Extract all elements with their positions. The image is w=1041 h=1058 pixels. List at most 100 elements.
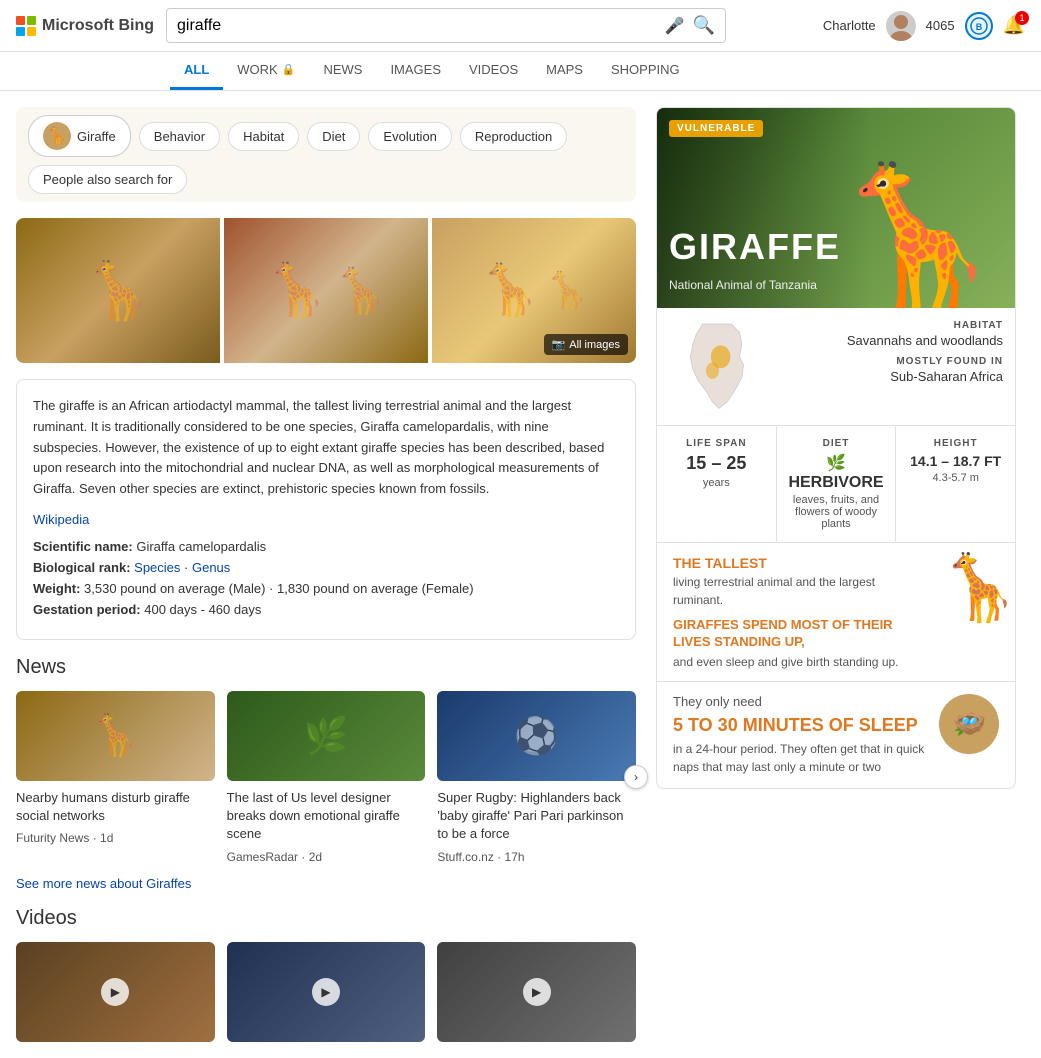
kc-tallest-text: THE TALLEST living terrestrial animal an… [673,555,927,669]
image-grid: 🦒 🦒 🦒 🦒 🦒 📷 All images [16,218,636,363]
video-thumb-3[interactable]: ▶ [437,942,636,1042]
news-image-1[interactable]: 🦒 [16,691,215,781]
weight-label: Weight: [33,581,80,596]
logo-sq-yellow [27,27,36,36]
video-thumb-1[interactable]: ▶ [16,942,215,1042]
right-column: 🦒 VULNERABLE GIRAFFE National Animal of … [656,107,1016,1042]
filter-behavior[interactable]: Behavior [139,122,220,151]
nav-item-images[interactable]: IMAGES [376,52,455,90]
vulnerable-badge: VULNERABLE [669,120,763,137]
giraffe-image-1[interactable]: 🦒 [16,218,220,363]
news-title-2: The last of Us level designer breaks dow… [227,789,426,844]
kc-giraffe-small: 🦒 [939,555,999,620]
user-score: 4065 [926,18,955,33]
bio-rank-separator: · [184,560,192,575]
kc-sleep-desc: in a 24-hour period. They often get that… [673,740,929,776]
camera-icon: 📷 [552,338,566,351]
bio-rank-species-link[interactable]: Species [134,560,180,575]
bio-rank-row: Biological rank: Species · Genus [33,560,619,575]
kc-stats: LIFE SPAN 15 – 25 years DIET 🌿 HERBIVORE… [657,426,1015,543]
news-card-3: ⚽ Super Rugby: Highlanders back 'baby gi… [437,691,636,864]
filter-people-also[interactable]: People also search for [28,165,187,194]
header: Microsoft Bing 🎤 🔍 Charlotte 4065 B 🔔 1 [0,0,1041,52]
videos-grid: ▶ ▶ ▶ [16,942,636,1042]
news-title: News [16,656,636,679]
info-box: The giraffe is an African artiodactyl ma… [16,379,636,640]
kc-title: GIRAFFE [669,226,841,268]
kc-tallest-section: THE TALLEST living terrestrial animal an… [657,543,1015,682]
svg-text:B: B [975,22,982,32]
scientific-name-row: Scientific name: Giraffa camelopardalis [33,539,619,554]
giraffe-thumb-icon: 🦒 [43,122,71,150]
gestation-row: Gestation period: 400 days - 460 days [33,602,619,617]
kc-subtitle: National Animal of Tanzania [669,278,817,292]
bio-rank-genus-link[interactable]: Genus [192,560,230,575]
nav-item-videos[interactable]: VIDEOS [455,52,532,90]
kc-sleep-row: They only need 5 TO 30 MINUTES OF SLEEP … [673,694,999,776]
scientific-name-value: Giraffa camelopardalis [136,539,266,554]
news-source-2: GamesRadar · 2d [227,850,426,864]
kc-habitat-info: HABITAT Savannahs and woodlands MOSTLY F… [847,320,1003,413]
videos-section: Videos ▶ ▶ ▶ [16,907,636,1042]
nav-item-news[interactable]: NEWS [309,52,376,90]
play-button-2[interactable]: ▶ [312,978,340,1006]
search-input[interactable] [177,17,657,35]
leaf-icon: 🌿 [785,453,888,473]
scientific-name-label: Scientific name: [33,539,133,554]
filter-habitat[interactable]: Habitat [228,122,299,151]
news-source-1: Futurity News · 1d [16,831,215,845]
see-more-news-link[interactable]: See more news about Giraffes [16,876,636,891]
search-bar: 🎤 🔍 [166,8,726,43]
filter-giraffe[interactable]: 🦒 Giraffe [28,115,131,157]
news-card-2: 🌿 The last of Us level designer breaks d… [227,691,426,864]
play-button-1[interactable]: ▶ [101,978,129,1006]
video-thumb-2[interactable]: ▶ [227,942,426,1042]
logo-sq-red [16,16,25,25]
news-grid: 🦒 Nearby humans disturb giraffe social n… [16,691,636,864]
logo-sq-green [27,16,36,25]
news-title-3: Super Rugby: Highlanders back 'baby gira… [437,789,636,844]
notif-badge: 1 [1015,11,1029,25]
kc-sleep-section: They only need 5 TO 30 MINUTES OF SLEEP … [657,682,1015,788]
rewards-icon[interactable]: B [965,12,993,40]
news-section: News 🦒 Nearby humans disturb giraffe soc… [16,656,636,891]
filter-evolution[interactable]: Evolution [368,122,451,151]
lock-icon: 🔒 [282,63,296,76]
news-card-1: 🦒 Nearby humans disturb giraffe social n… [16,691,215,864]
nav-item-shopping[interactable]: SHOPPING [597,52,694,90]
nest-image: 🪺 [939,694,999,754]
mic-icon[interactable]: 🎤 [665,16,685,36]
kc-sleep-intro: They only need [673,694,929,709]
avatar [886,11,916,41]
habitat-value: Savannahs and woodlands [847,333,1003,348]
wikipedia-link[interactable]: Wikipedia [33,512,619,527]
notification-icon[interactable]: 🔔 1 [1003,15,1025,36]
filter-reproduction[interactable]: Reproduction [460,122,567,151]
bing-logo[interactable]: Microsoft Bing [16,16,154,36]
knowledge-card: 🦒 VULNERABLE GIRAFFE National Animal of … [656,107,1016,789]
news-next-button[interactable]: › [624,765,648,789]
filter-bar: 🦒 Giraffe Behavior Habitat Diet Evolutio… [16,107,636,202]
filter-diet[interactable]: Diet [307,122,360,151]
user-name: Charlotte [823,18,876,33]
gestation-label: Gestation period: [33,602,141,617]
play-button-3[interactable]: ▶ [523,978,551,1006]
videos-title: Videos [16,907,636,930]
kc-sleep-highlight: 5 TO 30 MINUTES OF SLEEP [673,715,929,736]
mostly-found-value: Sub-Saharan Africa [847,369,1003,384]
giraffe-image-3[interactable]: 🦒 🦒 📷 All images [432,218,636,363]
weight-value: 3,530 pound on average (Male) · 1,830 po… [84,581,474,596]
news-source-3: Stuff.co.nz · 17h [437,850,636,864]
giraffe-image-2[interactable]: 🦒 🦒 [224,218,428,363]
news-image-2[interactable]: 🌿 [227,691,426,781]
nav-item-work[interactable]: WORK 🔒 [223,52,309,90]
news-image-3[interactable]: ⚽ [437,691,636,781]
all-images-button[interactable]: 📷 All images [544,334,628,355]
search-button[interactable]: 🔍 [693,15,715,36]
nav-item-all[interactable]: ALL [170,52,223,90]
nav-item-maps[interactable]: MAPS [532,52,597,90]
bio-rank-label: Biological rank: [33,560,131,575]
header-right: Charlotte 4065 B 🔔 1 [823,11,1025,41]
kc-giraffe-image: 🦒 [818,108,1015,308]
mostly-found-label: MOSTLY FOUND IN [847,356,1003,367]
